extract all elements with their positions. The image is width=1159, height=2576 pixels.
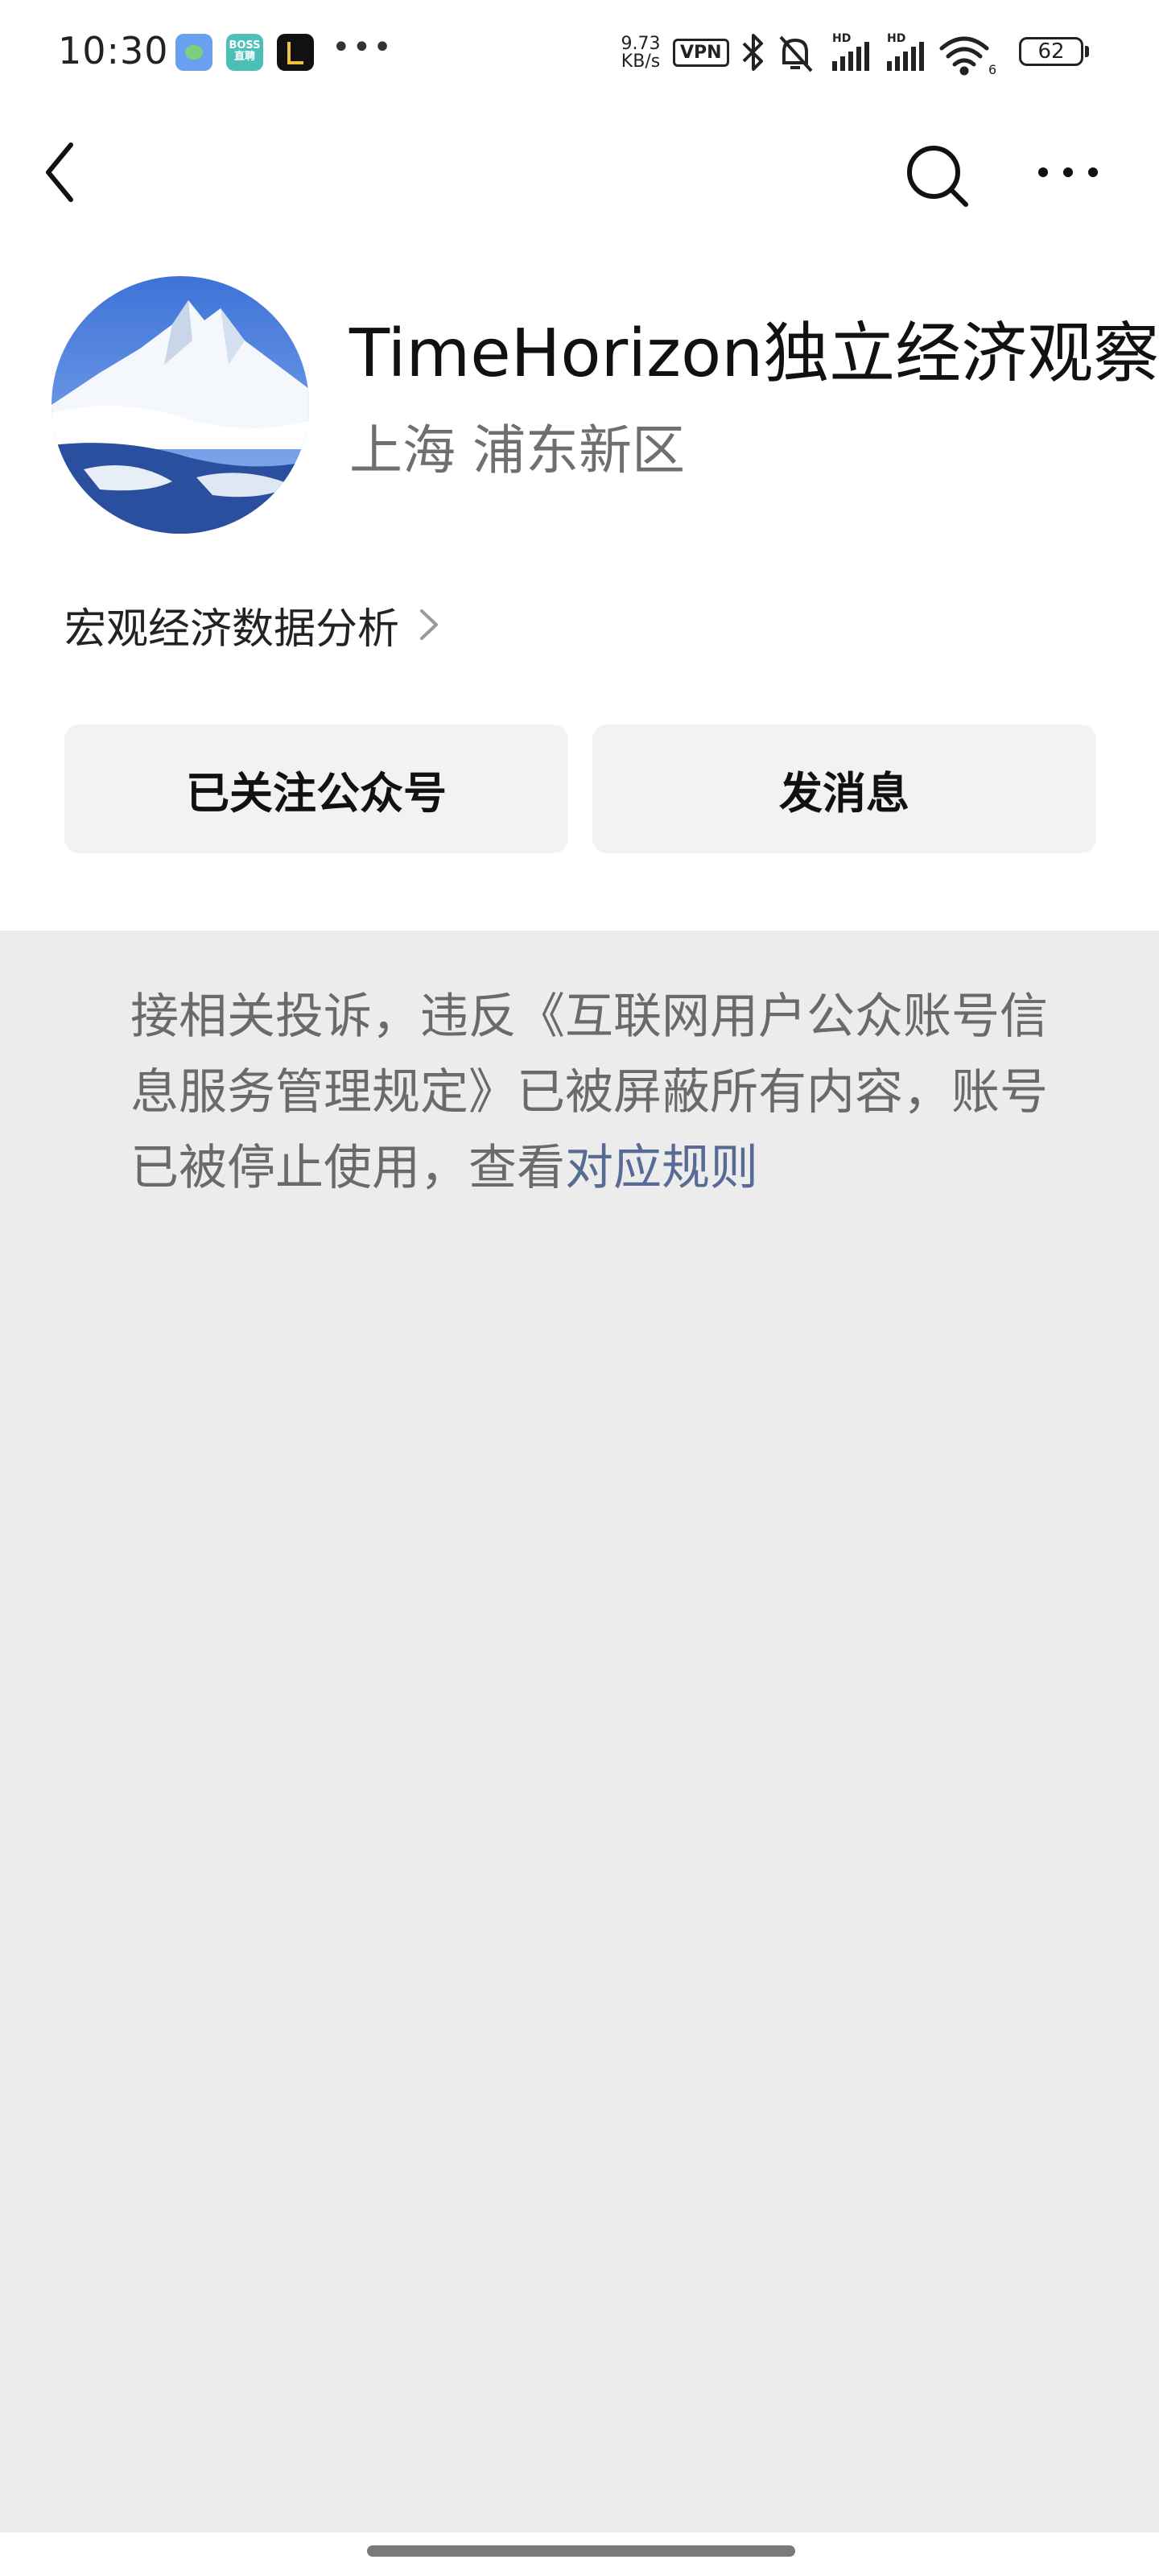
followed-account-button[interactable]: 已关注公众号: [64, 724, 568, 853]
status-time: 10:30: [58, 29, 169, 72]
bluetooth-icon: [742, 34, 763, 71]
account-intro-text: 宏观经济数据分析: [64, 605, 400, 654]
more-dots-icon: •••: [332, 29, 394, 66]
more-icon: [1038, 167, 1098, 177]
status-bar: 10:30 BOSS 直聘 ••• 9.73 KB/s VPN HD HD 6 …: [0, 0, 1159, 105]
signal-hd-icon: HD: [887, 32, 924, 71]
account-location: 上海 浦东新区: [349, 419, 685, 481]
status-icons: HD HD 6: [742, 32, 996, 76]
nav-bar: [0, 121, 1159, 225]
rules-link[interactable]: 对应规则: [565, 1140, 758, 1196]
chevron-right-icon: [420, 609, 439, 640]
boss-zhipin-icon: BOSS 直聘: [226, 34, 263, 71]
avatar[interactable]: [52, 276, 309, 534]
search-button[interactable]: [901, 140, 974, 213]
search-icon: [907, 146, 968, 207]
mute-icon: [779, 35, 813, 72]
back-button[interactable]: [37, 140, 101, 204]
snow-mountain-avatar: [52, 276, 309, 534]
blocked-notice: 接相关投诉，违反《互联网用户公众账号信息服务管理规定》已被屏蔽所有内容，账号已被…: [130, 979, 1064, 1206]
svg-text:HD: HD: [832, 32, 851, 45]
network-speed: 9.73 KB/s: [621, 34, 661, 72]
account-intro[interactable]: 宏观经济数据分析: [64, 592, 441, 657]
content-area: 接相关投诉，违反《互联网用户公众账号信息服务管理规定》已被屏蔽所有内容，账号已被…: [0, 931, 1159, 2533]
app-icon-3: [277, 34, 314, 71]
app-icon-1: [175, 34, 212, 71]
account-name: TimeHorizon独立经济观察: [349, 316, 1159, 392]
send-message-button[interactable]: 发消息: [592, 724, 1096, 853]
back-icon: [46, 142, 73, 202]
battery-icon: 62: [1019, 37, 1089, 66]
more-button[interactable]: [1032, 140, 1104, 204]
vpn-badge: VPN: [673, 39, 729, 67]
svg-text:6: 6: [988, 62, 996, 76]
home-indicator[interactable]: [367, 2545, 795, 2557]
svg-text:HD: HD: [887, 32, 905, 45]
signal-hd-icon: HD: [832, 32, 869, 71]
wifi-icon: 6: [939, 36, 996, 76]
